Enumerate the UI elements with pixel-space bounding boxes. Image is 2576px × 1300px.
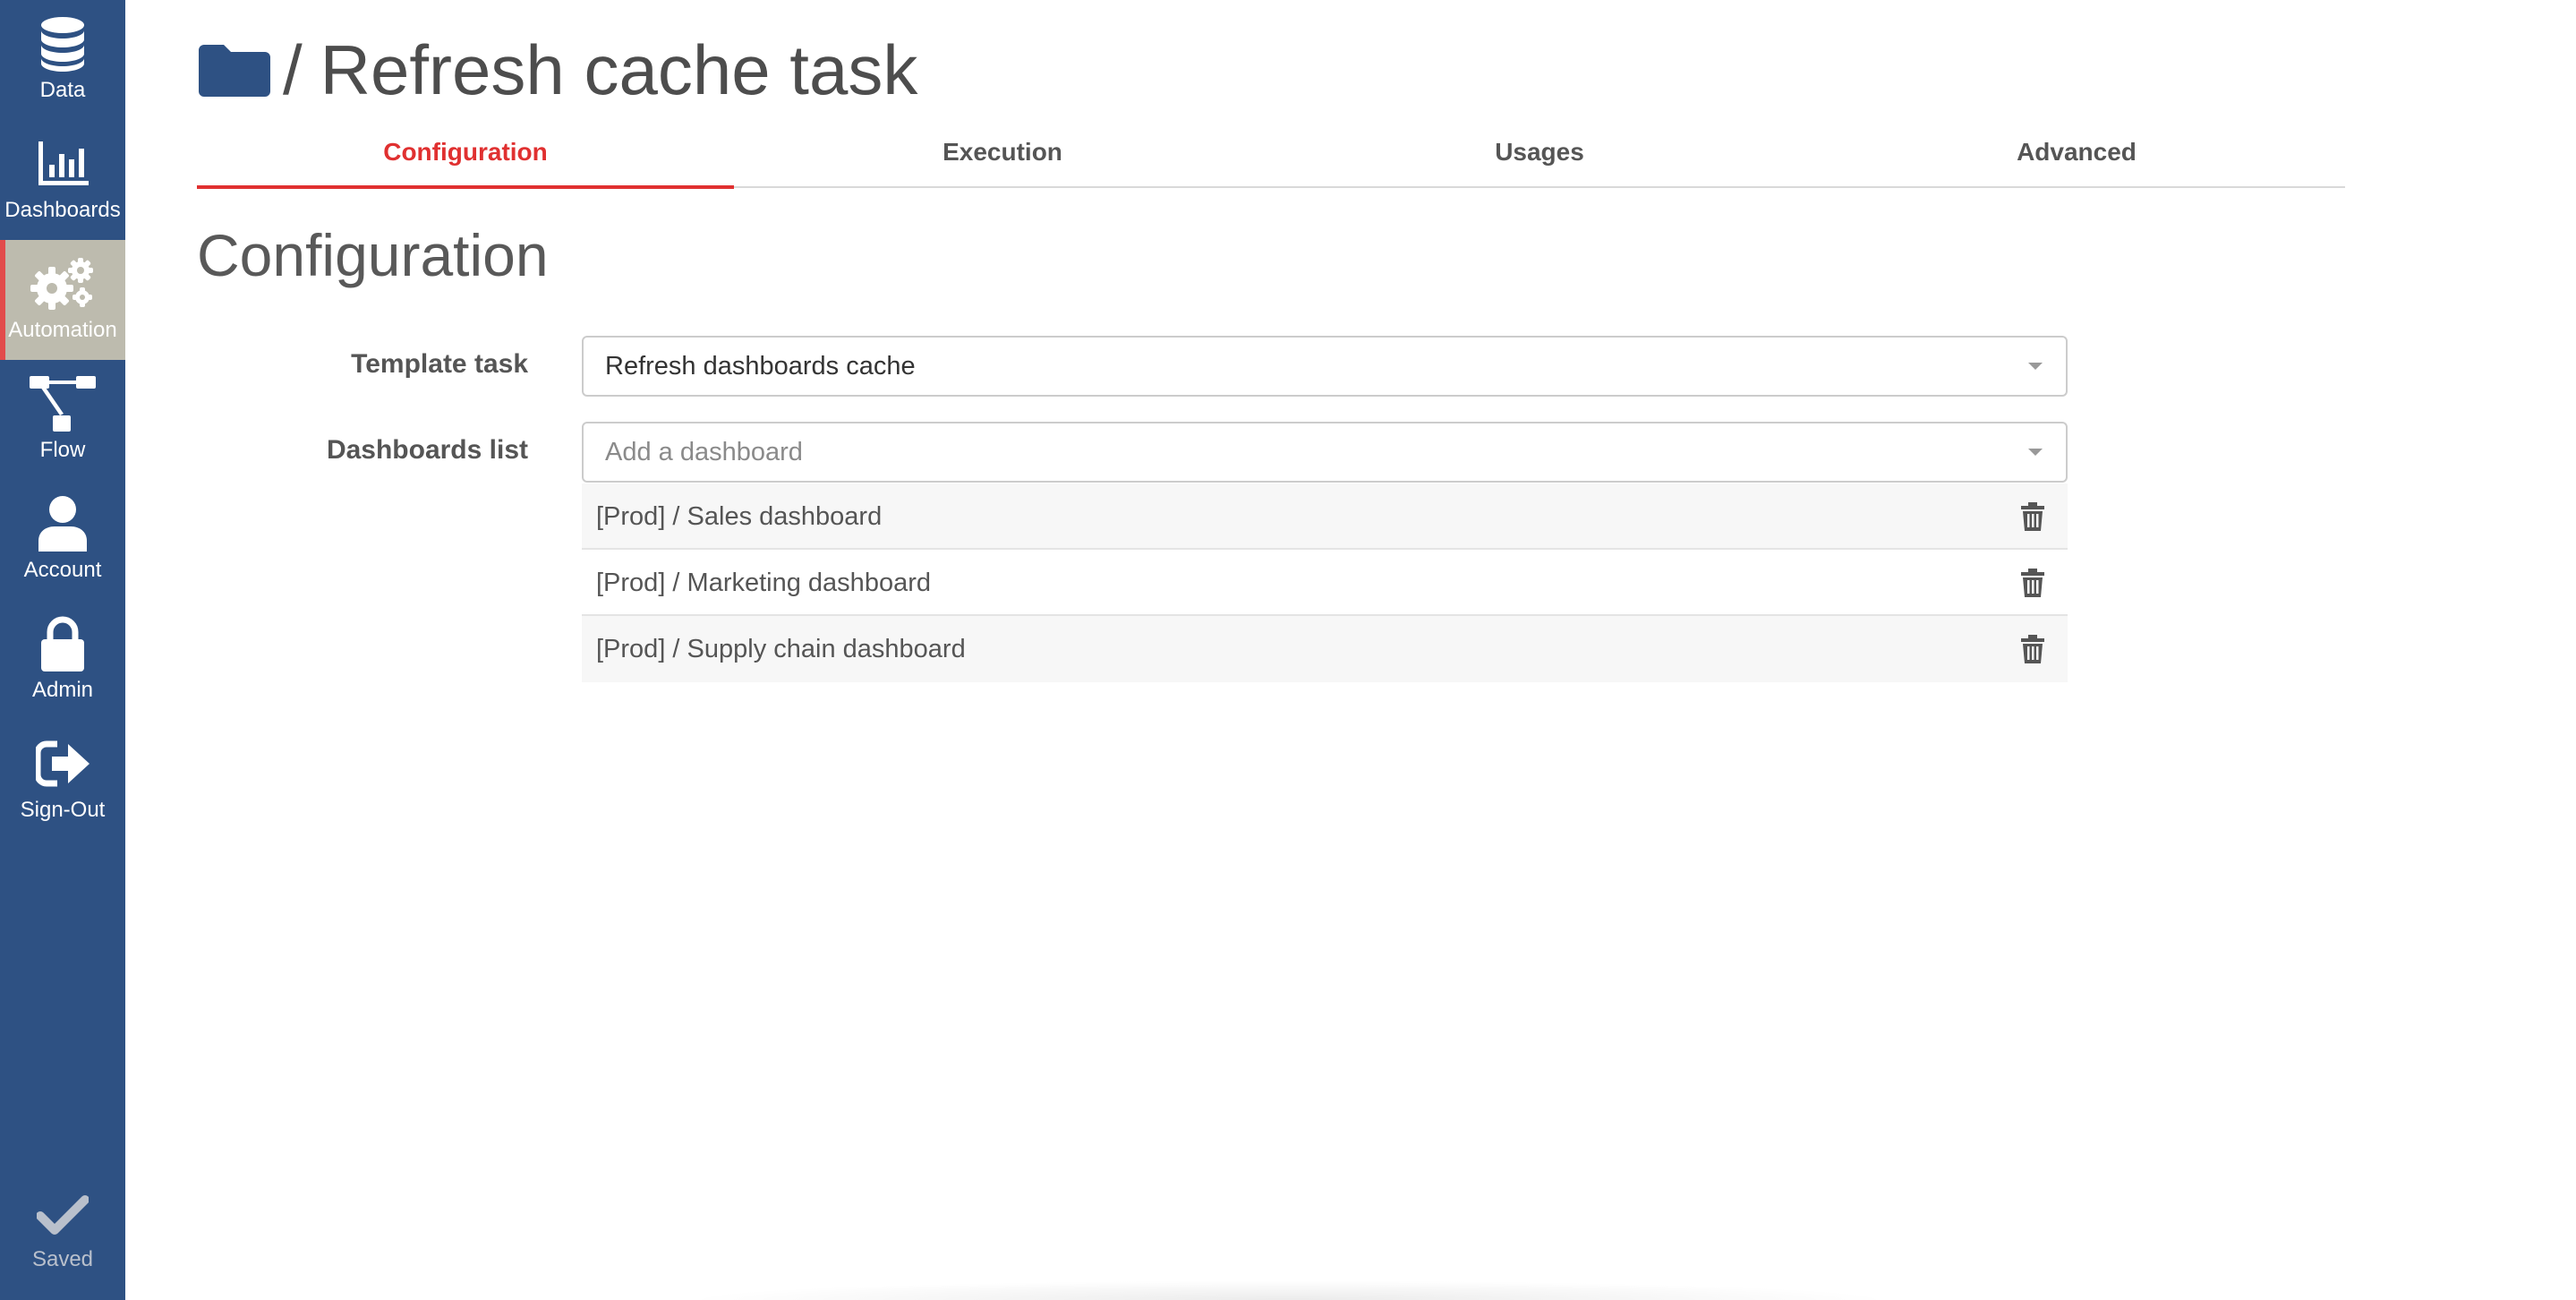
list-item: [Prod] / Sales dashboard <box>582 483 2068 550</box>
add-dashboard-select[interactable]: Add a dashboard <box>582 422 2068 483</box>
sidebar-item-data[interactable]: Data <box>0 0 125 120</box>
sidebar-item-label: Sign-Out <box>20 798 106 822</box>
lock-icon <box>0 612 125 675</box>
tab-execution[interactable]: Execution <box>734 125 1271 186</box>
template-task-value: Refresh dashboards cache <box>605 352 916 381</box>
trash-icon[interactable] <box>2017 501 2048 532</box>
sidebar-item-sign-out[interactable]: Sign-Out <box>0 720 125 840</box>
sidebar-item-automation[interactable]: Automation <box>0 240 125 360</box>
folder-icon[interactable] <box>199 43 270 97</box>
sidebar-item-label: Data <box>39 78 86 102</box>
breadcrumb-separator: / <box>283 30 303 109</box>
sidebar: Data Dashboards Automation Flow Account … <box>0 0 125 1300</box>
list-item: [Prod] / Supply chain dashboard <box>582 616 2068 682</box>
checkmark-icon <box>0 1184 125 1246</box>
sidebar-item-label: Flow <box>39 438 86 462</box>
sitemap-icon <box>0 372 125 435</box>
tab-bar: Configuration Execution Usages Advanced <box>197 125 2345 189</box>
trash-icon[interactable] <box>2017 568 2048 598</box>
tab-configuration[interactable]: Configuration <box>197 125 734 189</box>
dashboard-name: [Prod] / Sales dashboard <box>596 502 883 531</box>
sidebar-item-label: Dashboards <box>4 198 121 222</box>
sidebar-item-flow[interactable]: Flow <box>0 360 125 480</box>
sidebar-item-label: Automation <box>8 318 117 342</box>
chevron-down-icon <box>2028 449 2043 456</box>
page-header: / Refresh cache task <box>199 25 917 115</box>
list-item: [Prod] / Marketing dashboard <box>582 550 2068 616</box>
dashboard-name: [Prod] / Marketing dashboard <box>596 569 931 597</box>
bottom-shadow <box>680 1280 1898 1300</box>
sidebar-item-admin[interactable]: Admin <box>0 600 125 720</box>
tab-advanced[interactable]: Advanced <box>1808 125 2345 186</box>
section-title: Configuration <box>197 222 549 288</box>
trash-icon[interactable] <box>2017 634 2048 664</box>
sidebar-item-account[interactable]: Account <box>0 480 125 600</box>
bar-chart-icon <box>0 133 125 195</box>
saved-label: Saved <box>31 1247 94 1271</box>
sidebar-item-label: Account <box>23 558 102 582</box>
template-task-label: Template task <box>351 349 528 379</box>
dashboards-list: [Prod] / Sales dashboard [Prod] / Market… <box>582 483 2068 682</box>
page-title: Refresh cache task <box>320 30 918 109</box>
saved-status: Saved <box>0 1175 125 1291</box>
gears-icon <box>0 252 125 315</box>
user-icon <box>0 492 125 555</box>
chevron-down-icon <box>2028 363 2043 370</box>
template-task-select[interactable]: Refresh dashboards cache <box>582 336 2068 397</box>
dashboards-list-label: Dashboards list <box>326 435 528 465</box>
tab-usages[interactable]: Usages <box>1271 125 1808 186</box>
sidebar-item-dashboards[interactable]: Dashboards <box>0 120 125 240</box>
dashboard-name: [Prod] / Supply chain dashboard <box>596 635 966 663</box>
sidebar-item-label: Admin <box>31 678 94 702</box>
add-dashboard-placeholder: Add a dashboard <box>605 438 803 466</box>
database-icon <box>0 13 125 75</box>
sign-out-icon <box>0 732 125 795</box>
